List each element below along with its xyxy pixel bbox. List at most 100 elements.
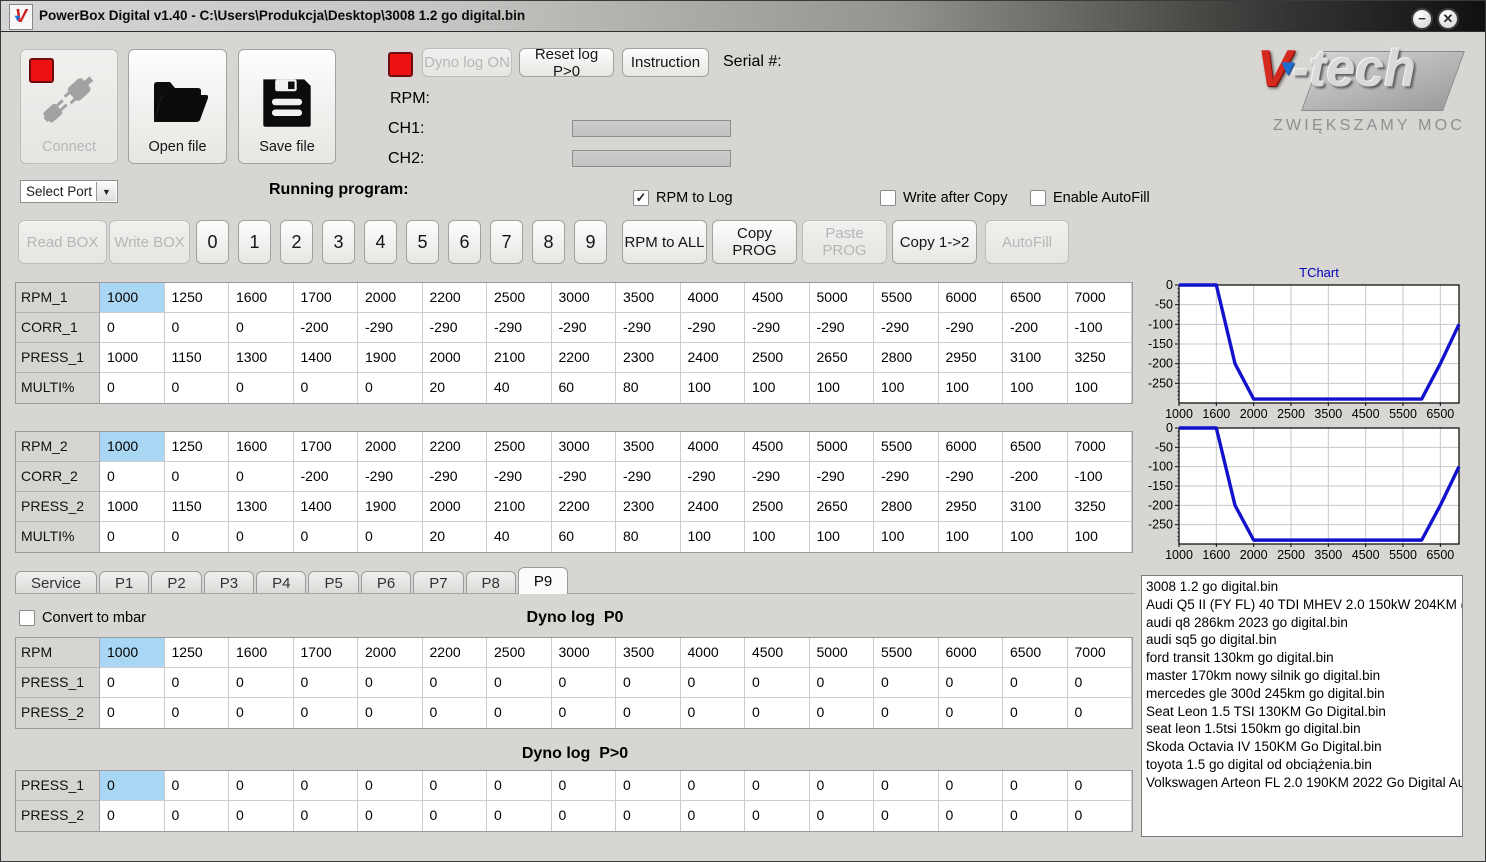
table-cell[interactable]: 0: [1003, 771, 1068, 801]
table-cell[interactable]: 0: [358, 771, 423, 801]
file-list-item[interactable]: Audi Q5 II (FY FL) 40 TDI MHEV 2.0 150kW…: [1146, 596, 1462, 614]
table-cell[interactable]: 1600: [229, 283, 294, 313]
table-cell[interactable]: 0: [422, 771, 487, 801]
table-cell[interactable]: 100: [874, 522, 939, 552]
table-cell[interactable]: 2200: [422, 638, 487, 668]
table-cell[interactable]: -290: [551, 313, 616, 343]
table-cell[interactable]: 0: [551, 698, 616, 728]
table-cell[interactable]: 2950: [938, 343, 1003, 373]
table-cell[interactable]: 0: [100, 698, 165, 728]
table-cell[interactable]: 1150: [164, 492, 229, 522]
table-cell[interactable]: 1900: [358, 343, 423, 373]
table-cell[interactable]: -290: [422, 313, 487, 343]
copy-prog-button[interactable]: Copy PROG: [712, 220, 797, 264]
program-button-9[interactable]: 9: [574, 220, 607, 264]
table-cell[interactable]: 100: [874, 373, 939, 403]
program-button-7[interactable]: 7: [490, 220, 523, 264]
tab-p4[interactable]: P4: [256, 571, 307, 594]
table-cell[interactable]: 0: [1003, 698, 1068, 728]
table-cell[interactable]: -290: [487, 313, 552, 343]
table-cell[interactable]: 2200: [551, 492, 616, 522]
table-cell[interactable]: 7000: [1067, 432, 1132, 462]
table-cell[interactable]: 0: [809, 698, 874, 728]
table-cell[interactable]: 0: [487, 801, 552, 831]
table-cell[interactable]: 0: [938, 801, 1003, 831]
close-button[interactable]: ✕: [1437, 8, 1459, 30]
read-box-button[interactable]: Read BOX: [18, 220, 107, 264]
table-cell[interactable]: 0: [100, 771, 165, 801]
table-cell[interactable]: 1250: [164, 432, 229, 462]
table-cell[interactable]: 60: [551, 373, 616, 403]
tab-p3[interactable]: P3: [203, 571, 255, 594]
table-cell[interactable]: 20: [422, 522, 487, 552]
instruction-button[interactable]: Instruction: [622, 48, 709, 77]
table-cell[interactable]: 0: [551, 801, 616, 831]
program-button-3[interactable]: 3: [322, 220, 355, 264]
table-cell[interactable]: 6500: [1003, 638, 1068, 668]
table-cell[interactable]: 0: [1067, 771, 1132, 801]
table-cell[interactable]: 1000: [100, 432, 165, 462]
table-cell[interactable]: 1600: [229, 432, 294, 462]
table-cell[interactable]: -290: [680, 313, 745, 343]
write-box-button[interactable]: Write BOX: [109, 220, 190, 264]
table-cell[interactable]: 0: [164, 668, 229, 698]
table-cell[interactable]: 100: [1067, 522, 1132, 552]
table-cell[interactable]: 1250: [164, 638, 229, 668]
table-cell[interactable]: 5000: [809, 638, 874, 668]
tab-p8[interactable]: P8: [465, 571, 516, 594]
table-cell[interactable]: 3500: [616, 432, 681, 462]
table-cell[interactable]: 0: [100, 668, 165, 698]
table-cell[interactable]: 1000: [100, 283, 165, 313]
table-cell[interactable]: 0: [487, 771, 552, 801]
table-cell[interactable]: 100: [1067, 373, 1132, 403]
table-cell[interactable]: 0: [680, 698, 745, 728]
table-cell[interactable]: 0: [100, 373, 165, 403]
table-cell[interactable]: 0: [164, 801, 229, 831]
program-button-4[interactable]: 4: [364, 220, 397, 264]
table-cell[interactable]: -290: [745, 462, 810, 492]
table-cell[interactable]: -290: [938, 313, 1003, 343]
dyno-log-on-button[interactable]: Dyno log ON: [422, 48, 512, 77]
autofill-button[interactable]: AutoFill: [985, 220, 1069, 264]
program-button-0[interactable]: 0: [196, 220, 229, 264]
table-cell[interactable]: -290: [616, 313, 681, 343]
table-cell[interactable]: 1000: [100, 638, 165, 668]
reset-log-button[interactable]: Reset log P>0: [519, 46, 614, 80]
tab-p9[interactable]: P9: [517, 567, 569, 594]
table-cell[interactable]: -290: [874, 462, 939, 492]
table-cell[interactable]: 2000: [358, 432, 423, 462]
table-cell[interactable]: 3250: [1067, 343, 1132, 373]
table-cell[interactable]: 4500: [745, 283, 810, 313]
table-cell[interactable]: 4000: [680, 283, 745, 313]
table-cell[interactable]: 100: [938, 522, 1003, 552]
table-cell[interactable]: 0: [358, 522, 423, 552]
table-cell[interactable]: 2200: [551, 343, 616, 373]
table-cell[interactable]: 1250: [164, 283, 229, 313]
table-cell[interactable]: 0: [1003, 801, 1068, 831]
table-cell[interactable]: 6000: [938, 638, 1003, 668]
connect-button[interactable]: Connect: [20, 49, 118, 164]
table-cell[interactable]: 0: [745, 801, 810, 831]
table-cell[interactable]: 0: [487, 668, 552, 698]
table-cell[interactable]: 3500: [616, 283, 681, 313]
table-cell[interactable]: 0: [358, 698, 423, 728]
tab-p7[interactable]: P7: [413, 571, 464, 594]
table-cell[interactable]: 0: [164, 698, 229, 728]
table-cell[interactable]: 7000: [1067, 283, 1132, 313]
table-cell[interactable]: -100: [1067, 313, 1132, 343]
table-cell[interactable]: -290: [745, 313, 810, 343]
table-cell[interactable]: 0: [1003, 668, 1068, 698]
table-cell[interactable]: 1400: [293, 343, 358, 373]
table-cell[interactable]: 60: [551, 522, 616, 552]
table-cell[interactable]: 0: [938, 668, 1003, 698]
table-cell[interactable]: 0: [487, 698, 552, 728]
table-cell[interactable]: -200: [1003, 313, 1068, 343]
table-cell[interactable]: 4000: [680, 638, 745, 668]
table-cell[interactable]: 0: [100, 462, 165, 492]
table-cell[interactable]: 7000: [1067, 638, 1132, 668]
table-cell[interactable]: -200: [293, 462, 358, 492]
table-cell[interactable]: 2500: [745, 343, 810, 373]
table-cell[interactable]: 1000: [100, 343, 165, 373]
table-cell[interactable]: 20: [422, 373, 487, 403]
table-cell[interactable]: -290: [809, 462, 874, 492]
